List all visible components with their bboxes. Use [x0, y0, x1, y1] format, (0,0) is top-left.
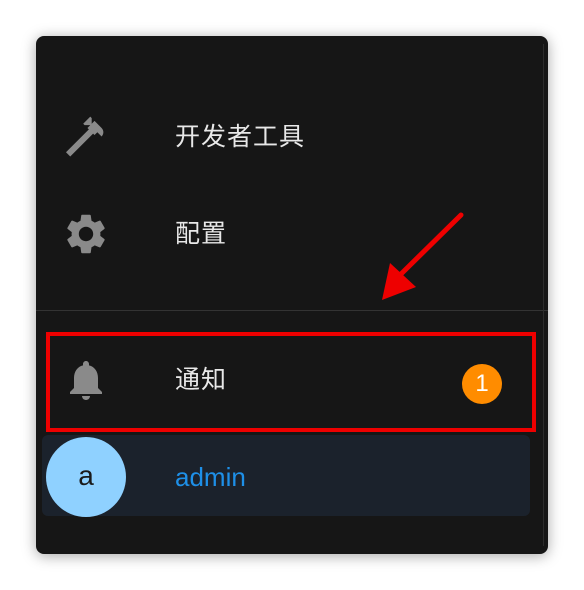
menu-item-developer-tools[interactable]: 开发者工具 [36, 89, 548, 185]
bell-icon [62, 356, 110, 404]
menu-item-configuration[interactable]: 配置 [36, 186, 548, 282]
avatar[interactable]: a [46, 437, 126, 517]
notification-count-badge: 1 [462, 364, 502, 404]
menu-label-developer-tools: 开发者工具 [175, 122, 306, 151]
hammer-icon [62, 113, 110, 161]
gear-icon [62, 210, 110, 258]
user-name-label[interactable]: admin [175, 437, 246, 517]
sidebar-menu-panel: 开发者工具 配置 通知 1 a admin [36, 36, 548, 554]
menu-label-configuration: 配置 [175, 219, 228, 248]
menu-label-notifications: 通知 [175, 365, 228, 394]
menu-divider [36, 310, 548, 311]
